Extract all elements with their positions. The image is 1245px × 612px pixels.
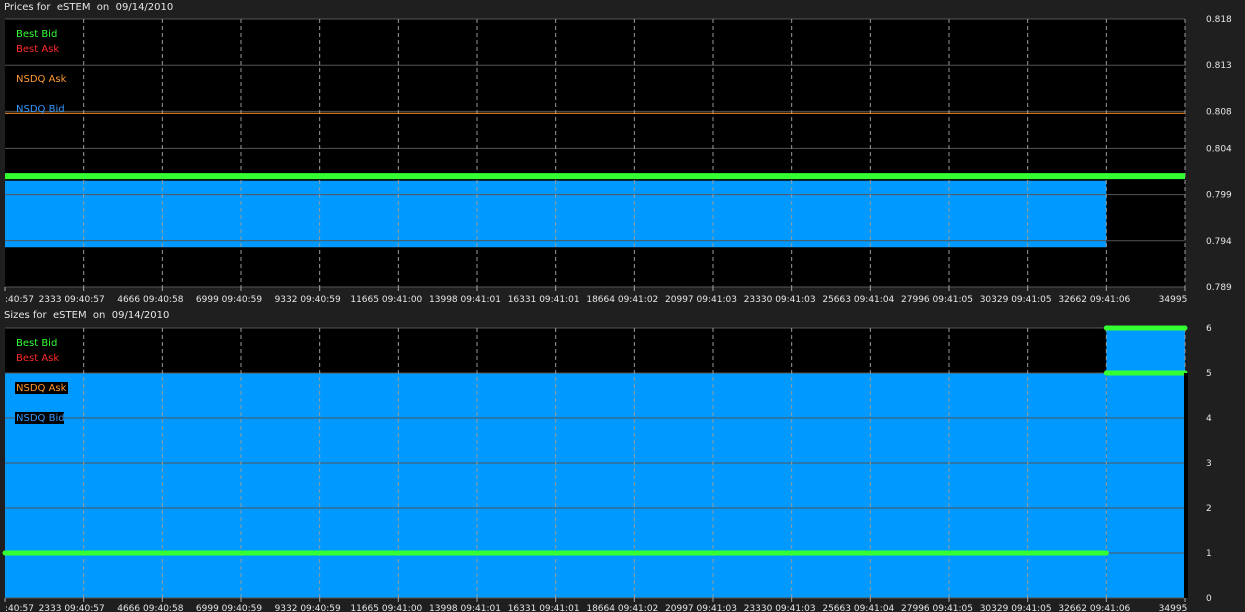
size-y-tick-label: 2 <box>1206 504 1212 514</box>
price-y-tick-label: 0.808 <box>1206 107 1232 117</box>
price-x-tick-label: 30329 09:41:05 <box>980 295 1052 305</box>
price-x-tick-label: 4666 09:40:58 <box>117 295 183 305</box>
size-x-tick-label: :40:57 <box>5 604 34 612</box>
price-x-tick-label: 9332 09:40:59 <box>275 295 341 305</box>
size-x-tick-label: 30329 09:41:05 <box>980 604 1052 612</box>
size-x-tick-label: 16331 09:41:01 <box>508 604 580 612</box>
price-x-tick-label: 11665 09:41:00 <box>350 295 422 305</box>
size-legend-best-ask: Best Ask <box>16 353 59 364</box>
price-legend-best-ask: Best Ask <box>16 44 59 55</box>
price-chart: 0.818 0.813 0.808 0.804 0.799 0.794 0.789 :40:5… <box>4 15 1232 305</box>
size-x-tick-label: 13998 09:41:01 <box>429 604 501 612</box>
size-chart-panel: Sizes for eSTEM on 09/14/2010 6 5 4 3 2 1 0:40… <box>0 308 1245 612</box>
size-legend-nsdq-bid: NSDQ Bid <box>16 413 65 424</box>
price-y-tick-label: 0.813 <box>1206 61 1232 71</box>
size-x-tick-label: 32662 09:41:06 <box>1058 604 1130 612</box>
price-legend-best-bid: Best Bid <box>16 29 57 40</box>
size-y-tick-label: 3 <box>1206 459 1212 469</box>
size-y-tick-label: 5 <box>1206 369 1212 379</box>
price-y-tick-label: 0.799 <box>1206 191 1232 201</box>
price-x-tick-label: 27996 09:41:05 <box>901 295 973 305</box>
price-chart-panel: Prices for eSTEM on 09/14/2010 0.818 0.81… <box>0 0 1245 305</box>
size-x-tick-label: 4666 09:40:58 <box>117 604 183 612</box>
price-x-tick-label: 16331 09:41:01 <box>508 295 580 305</box>
size-x-tick-label: 27996 09:41:05 <box>901 604 973 612</box>
price-y-tick-label: 0.789 <box>1206 283 1232 293</box>
price-legend-nsdq-bid: NSDQ Bid <box>16 104 65 115</box>
size-y-tick-label: 0 <box>1206 594 1212 604</box>
size-x-tick-label: 34995 <box>1159 604 1188 612</box>
size-x-tick-label: 25663 09:41:04 <box>822 604 894 612</box>
size-x-tick-label: 2333 09:40:57 <box>39 604 105 612</box>
size-y-tick-label: 1 <box>1206 549 1212 559</box>
price-x-tick-label: 6999 09:40:59 <box>196 295 262 305</box>
price-y-tick-label: 0.818 <box>1206 15 1232 25</box>
size-x-tick-label: 18664 09:41:02 <box>586 604 658 612</box>
size-y-tick-label: 4 <box>1206 414 1212 424</box>
price-x-tick-label: 20997 09:41:03 <box>665 295 737 305</box>
price-x-tick-label: 32662 09:41:06 <box>1058 295 1130 305</box>
price-x-tick-label: 18664 09:41:02 <box>586 295 658 305</box>
size-legend-nsdq-ask: NSDQ Ask <box>16 383 67 394</box>
size-x-tick-label: 6999 09:40:59 <box>196 604 262 612</box>
price-legend-nsdq-ask: NSDQ Ask <box>16 74 67 85</box>
size-chart: 6 5 4 3 2 1 0 :40:57 2333 09:40:57 4666 09:40:58 6… <box>2 324 1212 612</box>
size-x-tick-label: 9332 09:40:59 <box>275 604 341 612</box>
price-y-tick-label: 0.804 <box>1206 144 1232 154</box>
price-x-tick-label: 25663 09:41:04 <box>822 295 894 305</box>
size-right-edge <box>1184 373 1188 598</box>
size-y-tick-label: 6 <box>1206 324 1212 334</box>
size-x-tick-label: 20997 09:41:03 <box>665 604 737 612</box>
size-x-tick-label: 23330 09:41:03 <box>744 604 816 612</box>
price-x-tick-label: 13998 09:41:01 <box>429 295 501 305</box>
size-legend-best-bid: Best Bid <box>16 338 57 349</box>
size-x-tick-label: 11665 09:41:00 <box>350 604 422 612</box>
price-x-tick-label: 23330 09:41:03 <box>744 295 816 305</box>
price-x-tick-label: 2333 09:40:57 <box>39 295 105 305</box>
price-x-tick-label: :40:57 <box>5 295 34 305</box>
price-y-tick-label: 0.794 <box>1206 237 1232 247</box>
price-x-tick-label: 34995 <box>1159 295 1188 305</box>
